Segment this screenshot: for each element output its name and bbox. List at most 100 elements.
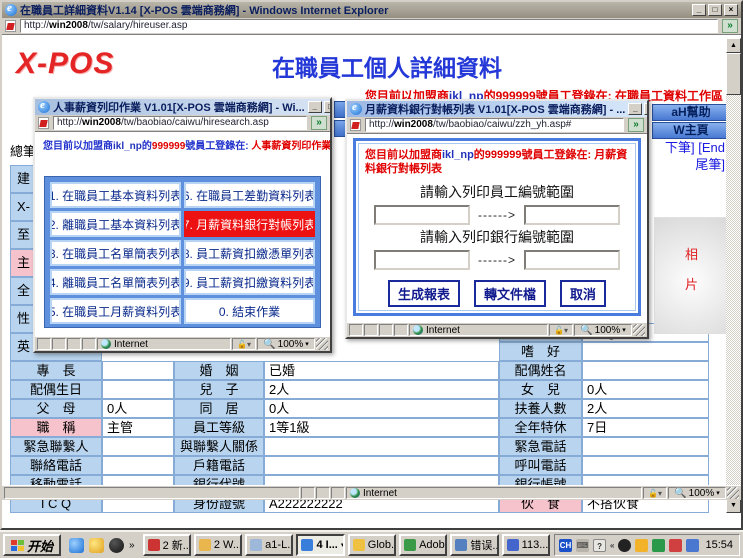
report-menu-item[interactable]: 5. 在職員工月薪資料列表	[50, 298, 181, 324]
taskbar-button-label: 错误...	[470, 537, 498, 553]
security-indicator[interactable]: 🔓▾	[232, 338, 256, 350]
bank-range-label: 請輸入列印銀行編號範圍	[363, 227, 631, 247]
taskbar-button[interactable]: 4 I...▾	[296, 534, 344, 556]
taskbar-button[interactable]: 错误...	[450, 534, 498, 556]
main-title-bar: 在職員工詳細資料V1.14 [X-POS 雲端商務網] - Windows In…	[2, 2, 741, 18]
language-indicator[interactable]: CH	[559, 539, 572, 552]
qq-tray-icon[interactable]	[618, 539, 631, 552]
minimize-button[interactable]: _	[628, 103, 642, 115]
status-segment	[67, 338, 81, 350]
print-jobs-window: 人事薪資列印作業 V1.01[X-POS 雲端商務網] - Wi... _ □ …	[33, 97, 332, 353]
zoom-control[interactable]: 🔍100%▾	[257, 338, 315, 350]
resize-grip[interactable]	[727, 487, 739, 499]
report-menu-item[interactable]: 7. 月薪資料銀行對帳列表	[184, 211, 315, 237]
field-value: 0人	[582, 380, 709, 399]
taskbar-button[interactable]: 2 W...▾	[194, 534, 242, 556]
resize-grip[interactable]	[633, 324, 645, 336]
maximize-button[interactable]: □	[644, 103, 647, 115]
start-button[interactable]: 开始	[3, 534, 61, 556]
ie-quicklaunch-icon[interactable]	[69, 538, 84, 553]
popup2-url-input[interactable]: http://win2008/tw/baobiao/caiwu/zzh_yh.a…	[365, 118, 624, 132]
help-icon[interactable]: ?	[593, 539, 606, 552]
report-menu-item[interactable]: 6. 在職員工差勤資料列表	[184, 182, 315, 208]
record-nav-links[interactable]: 下筆] [End 尾筆]	[665, 139, 725, 173]
report-menu-item[interactable]: 4. 離職員工名單簡表列表	[50, 269, 181, 295]
quicklaunch-overflow-chevron[interactable]: »	[129, 540, 135, 551]
field-label: 同 居	[174, 399, 264, 418]
help-button[interactable]: aH幫助	[652, 104, 730, 121]
go-icon[interactable]: »	[628, 118, 644, 132]
taskbar-button[interactable]: Glob...	[348, 534, 396, 556]
main-address-bar: http://win2008/tw/salary/hireuser.asp »	[2, 18, 741, 35]
field-label: 與聯繫人關係	[174, 437, 264, 456]
home-button[interactable]: W主頁	[652, 122, 730, 139]
zoom-control[interactable]: 🔍100%▾	[668, 487, 726, 499]
zoom-control[interactable]: 🔍100%▾	[574, 324, 632, 336]
main-url-input[interactable]: http://win2008/tw/salary/hireuser.asp	[20, 19, 718, 33]
report-menu-item[interactable]: 8. 員工薪資扣繳憑單列表	[184, 240, 315, 266]
security-indicator[interactable]: 🔓▾	[549, 324, 573, 336]
taskbar-button-icon	[507, 539, 519, 551]
taskbar-button-icon	[250, 539, 262, 551]
report-menu-item[interactable]: 0. 結束作業	[184, 298, 315, 324]
ie-icon	[350, 103, 362, 115]
maximize-button[interactable]: □	[324, 101, 330, 113]
bank-from-input[interactable]	[374, 250, 470, 270]
popup1-url-input[interactable]: http://win2008/tw/baobiao/caiwu/hiresear…	[53, 116, 307, 130]
tray-app-icon[interactable]	[686, 539, 699, 552]
tray-app-icon[interactable]	[652, 539, 665, 552]
taskbar-button[interactable]: 2 新...▾	[143, 534, 191, 556]
employee-from-input[interactable]	[374, 205, 470, 225]
status-segment	[301, 487, 315, 499]
maximize-button[interactable]: □	[708, 4, 722, 16]
report-menu-item[interactable]: 3. 在職員工名單簡表列表	[50, 240, 181, 266]
report-menu-item[interactable]: 2. 離職員工基本資料列表	[50, 211, 181, 237]
close-button[interactable]: ×	[724, 4, 738, 16]
scrollbar-thumb[interactable]	[726, 53, 741, 95]
report-menu: 1. 在職員工基本資料列表6. 在職員工差勤資料列表2. 離職員工基本資料列表7…	[50, 182, 315, 322]
form-frame: 您目前以加盟商ikl_np的999999號員工登錄在: 月薪資料銀行對帳列表 請…	[353, 138, 641, 316]
employee-to-input[interactable]	[524, 205, 620, 225]
report-menu-item[interactable]: 1. 在職員工基本資料列表	[50, 182, 181, 208]
taskbar-button[interactable]: a1-L...	[245, 534, 293, 556]
bank-report-window: 月薪資料銀行對帳列表 V1.01[X-POS 雲端商務網] - ... _ □ …	[345, 99, 649, 339]
taskbar-button-dropdown-icon[interactable]: ▾	[341, 541, 345, 549]
qq-quicklaunch-icon[interactable]	[109, 538, 124, 553]
taskbar-button-label: 2 W...	[214, 539, 242, 551]
popup1-login-line: 您目前以加盟商ikl_np的999999號員工登錄在: 人事薪資列印作業	[35, 132, 330, 154]
field-label: 聯絡電話	[10, 456, 102, 475]
taskbar-button-icon	[148, 539, 160, 551]
employee-range-label: 請輸入列印員工編號範圍	[363, 182, 631, 202]
popup2-login-line: 您目前以加盟商ikl_np的999999號員工登錄在: 月薪資料銀行對帳列表	[365, 148, 637, 176]
report-menu-item[interactable]: 9. 員工薪資扣繳資料列表	[184, 269, 315, 295]
main-status-bar: Internet 🔓▾ 🔍100%▾	[2, 485, 741, 500]
go-icon[interactable]: »	[311, 116, 327, 130]
security-indicator[interactable]: 🔓▾	[643, 487, 667, 499]
go-icon[interactable]: »	[722, 19, 738, 33]
field-label: 緊急聯繫人	[10, 437, 102, 456]
cancel-button[interactable]: 取消	[560, 280, 606, 307]
generate-report-button[interactable]: 生成報表	[388, 280, 460, 307]
resize-grip[interactable]	[316, 338, 328, 350]
keyboard-icon[interactable]: ⌨	[576, 539, 589, 552]
taskbar-button-label: Glob...	[368, 539, 396, 551]
field-label: 職 稱	[10, 418, 102, 437]
tray-chevron-icon[interactable]: «	[610, 541, 614, 550]
bank-to-input[interactable]	[524, 250, 620, 270]
tray-app-icon[interactable]	[635, 539, 648, 552]
minimize-button[interactable]: _	[692, 4, 706, 16]
taskbar-button[interactable]: Adob...	[399, 534, 447, 556]
range-arrow: ------>	[478, 253, 516, 267]
status-segment	[331, 487, 345, 499]
internet-zone-indicator: Internet	[409, 324, 548, 336]
export-file-button[interactable]: 轉文件檔	[474, 280, 546, 307]
taskbar-button[interactable]: 113....	[502, 534, 550, 556]
minimize-button[interactable]: _	[308, 101, 322, 113]
scroll-down-button[interactable]: ▼	[726, 498, 741, 513]
scroll-up-button[interactable]: ▲	[726, 38, 741, 53]
vertical-scrollbar[interactable]: ▲ ▼	[726, 38, 741, 513]
tray-app-icon[interactable]	[669, 539, 682, 552]
clock: 15:54	[703, 539, 735, 551]
messenger-quicklaunch-icon[interactable]	[89, 538, 104, 553]
status-segment	[394, 324, 408, 336]
